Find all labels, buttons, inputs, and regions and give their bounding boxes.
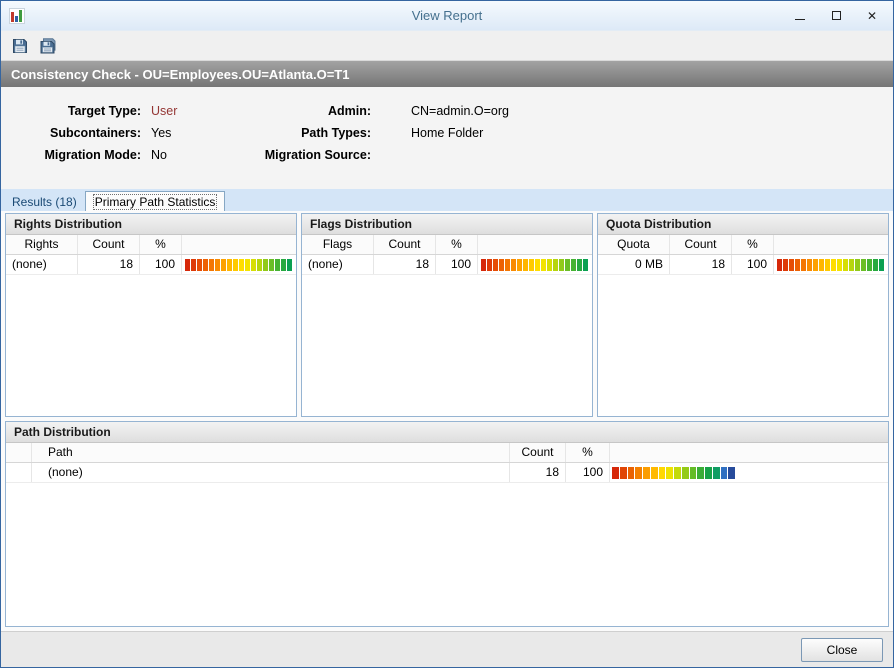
target-type-label: Target Type: [67, 104, 141, 118]
count-value: 18 [670, 255, 732, 274]
percent-value: 100 [566, 463, 610, 482]
quota-value: 0 MB [598, 255, 670, 274]
quota-grid-header: Quota Count % [598, 235, 888, 255]
migration-mode-label: Migration Mode: [44, 148, 141, 162]
titlebar: View Report ✕ [1, 1, 893, 31]
flags-value: (none) [302, 255, 374, 274]
report-summary: Target Type: User Admin: CN=admin.O=org … [1, 87, 893, 189]
flags-row-none[interactable]: (none) 18 100 [302, 255, 592, 275]
subcontainers-value: Yes [151, 126, 172, 140]
bar-column-header [774, 235, 888, 254]
statistics-content: Rights Distribution Rights Count % (none… [1, 211, 893, 631]
rights-row-none[interactable]: (none) 18 100 [6, 255, 296, 275]
path-types-value: Home Folder [411, 126, 484, 140]
rights-value: (none) [6, 255, 78, 274]
row-selector-column-header [6, 443, 32, 462]
count-value: 18 [510, 463, 566, 482]
rights-distribution-title: Rights Distribution [6, 214, 296, 235]
view-report-window: View Report ✕ Consistency Check - OU=Emp… [0, 0, 894, 668]
count-value: 18 [78, 255, 140, 274]
path-types-label: Path Types: [301, 126, 371, 140]
admin-value: CN=admin.O=org [411, 104, 509, 118]
bar-column-header [478, 235, 592, 254]
migration-mode-value: No [151, 148, 167, 162]
report-header: Consistency Check - OU=Employees.OU=Atla… [1, 61, 893, 87]
target-type-value: User [151, 104, 178, 118]
flags-grid-header: Flags Count % [302, 235, 592, 255]
count-value: 18 [374, 255, 436, 274]
tab-results[interactable]: Results (18) [4, 192, 85, 211]
path-row-none[interactable]: (none) 18 100 [6, 463, 888, 483]
window-controls: ✕ [793, 9, 885, 23]
report-chart-icon [9, 7, 25, 24]
tab-primary-path-statistics[interactable]: Primary Path Statistics [84, 191, 226, 212]
flags-distribution-panel: Flags Distribution Flags Count % (none) … [301, 213, 593, 417]
footer-bar: Close [1, 631, 893, 667]
close-button[interactable]: Close [801, 637, 883, 662]
save-icon[interactable] [10, 36, 30, 56]
migration-source-value [381, 144, 893, 166]
quota-distribution-title: Quota Distribution [598, 214, 888, 235]
percent-value: 100 [732, 255, 774, 274]
quota-distribution-panel: Quota Distribution Quota Count % 0 MB 18… [597, 213, 889, 417]
bar-column-header [610, 443, 888, 462]
flags-distribution-title: Flags Distribution [302, 214, 592, 235]
path-value: (none) [32, 463, 510, 482]
maximize-icon[interactable] [829, 9, 843, 23]
rights-distribution-bar [185, 258, 293, 271]
tab-bar: Results (18) Primary Path Statistics [1, 189, 893, 212]
quota-distribution-bar [777, 258, 885, 271]
percent-column-header[interactable]: % [566, 443, 610, 462]
rights-column-header[interactable]: Rights [6, 235, 78, 254]
close-icon[interactable]: ✕ [865, 9, 879, 23]
percent-column-header[interactable]: % [436, 235, 478, 254]
flags-column-header[interactable]: Flags [302, 235, 374, 254]
path-distribution-title: Path Distribution [6, 422, 888, 443]
rights-distribution-panel: Rights Distribution Rights Count % (none… [5, 213, 297, 417]
row-selector [6, 463, 32, 482]
save-all-icon[interactable] [38, 36, 58, 56]
percent-value: 100 [436, 255, 478, 274]
percent-value: 100 [140, 255, 182, 274]
path-distribution-bar [612, 466, 736, 479]
quota-row-0mb[interactable]: 0 MB 18 100 [598, 255, 888, 275]
count-column-header[interactable]: Count [78, 235, 140, 254]
bar-column-header [182, 235, 296, 254]
flags-distribution-bar [481, 258, 589, 271]
toolbar [1, 31, 893, 61]
percent-column-header[interactable]: % [140, 235, 182, 254]
admin-label: Admin: [327, 104, 371, 118]
migration-source-label: Migration Source: [264, 148, 371, 162]
count-column-header[interactable]: Count [670, 235, 732, 254]
path-distribution-panel: Path Distribution Path Count % (none) 18… [5, 421, 889, 627]
rights-grid-header: Rights Count % [6, 235, 296, 255]
percent-column-header[interactable]: % [732, 235, 774, 254]
minimize-icon[interactable] [793, 9, 807, 23]
window-title: View Report [411, 8, 483, 23]
quota-column-header[interactable]: Quota [598, 235, 670, 254]
count-column-header[interactable]: Count [510, 443, 566, 462]
path-grid-header: Path Count % [6, 443, 888, 463]
subcontainers-label: Subcontainers: [50, 126, 141, 140]
count-column-header[interactable]: Count [374, 235, 436, 254]
path-column-header[interactable]: Path [32, 443, 510, 462]
